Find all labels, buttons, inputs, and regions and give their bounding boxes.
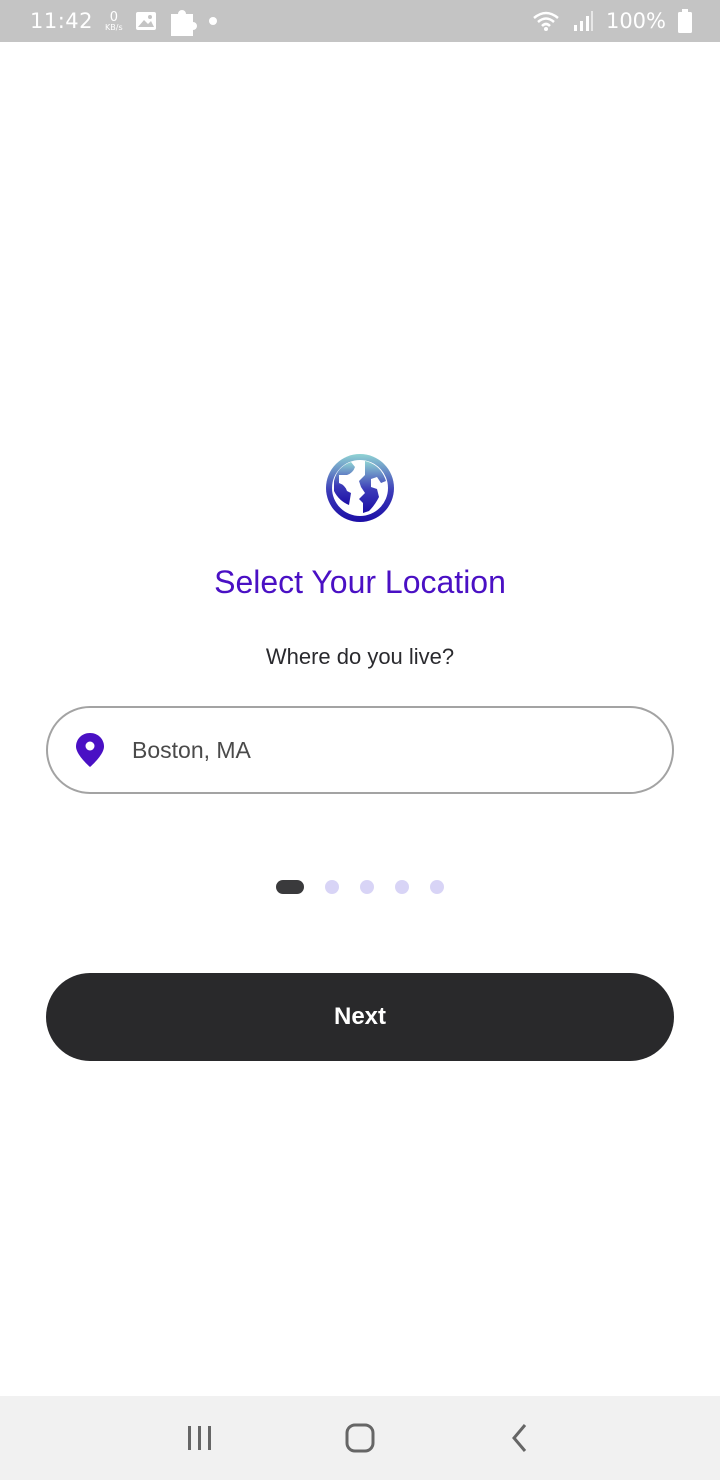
puzzle-icon (170, 10, 197, 36)
recent-apps-button[interactable] (170, 1408, 230, 1468)
onboarding-screen: Select Your Location Where do you live? … (0, 42, 720, 1396)
page-dot (430, 880, 444, 894)
gallery-icon (135, 12, 156, 30)
home-icon (345, 1423, 375, 1453)
system-nav-bar (0, 1396, 720, 1480)
page-dot (360, 880, 374, 894)
home-button[interactable] (330, 1408, 390, 1468)
globe-icon (326, 454, 394, 522)
signal-icon (573, 11, 593, 31)
net-speed-indicator: 0 KB/s (105, 11, 123, 32)
back-icon (512, 1424, 527, 1452)
back-button[interactable] (490, 1408, 550, 1468)
page-subtitle: Where do you live? (265, 644, 455, 669)
page-dot (325, 880, 339, 894)
next-button[interactable]: Next (46, 973, 674, 1061)
location-field[interactable] (46, 706, 674, 794)
recent-apps-icon (188, 1426, 211, 1450)
net-speed-value: 0 (109, 9, 118, 25)
page-dot-active (276, 880, 304, 894)
notification-dot-icon (208, 17, 217, 25)
battery-icon (678, 9, 692, 33)
page-indicator (0, 880, 720, 894)
location-pin-icon (76, 733, 104, 767)
location-input[interactable] (132, 736, 612, 764)
net-speed-unit: KB/s (105, 22, 123, 32)
page-dot (395, 880, 409, 894)
page-title: Select Your Location (214, 564, 506, 600)
status-time: 11:42 (30, 9, 94, 33)
status-bar: 11:42 0 KB/s 100% (0, 0, 720, 42)
wifi-icon (533, 11, 559, 31)
battery-percentage: 100% (605, 9, 666, 33)
